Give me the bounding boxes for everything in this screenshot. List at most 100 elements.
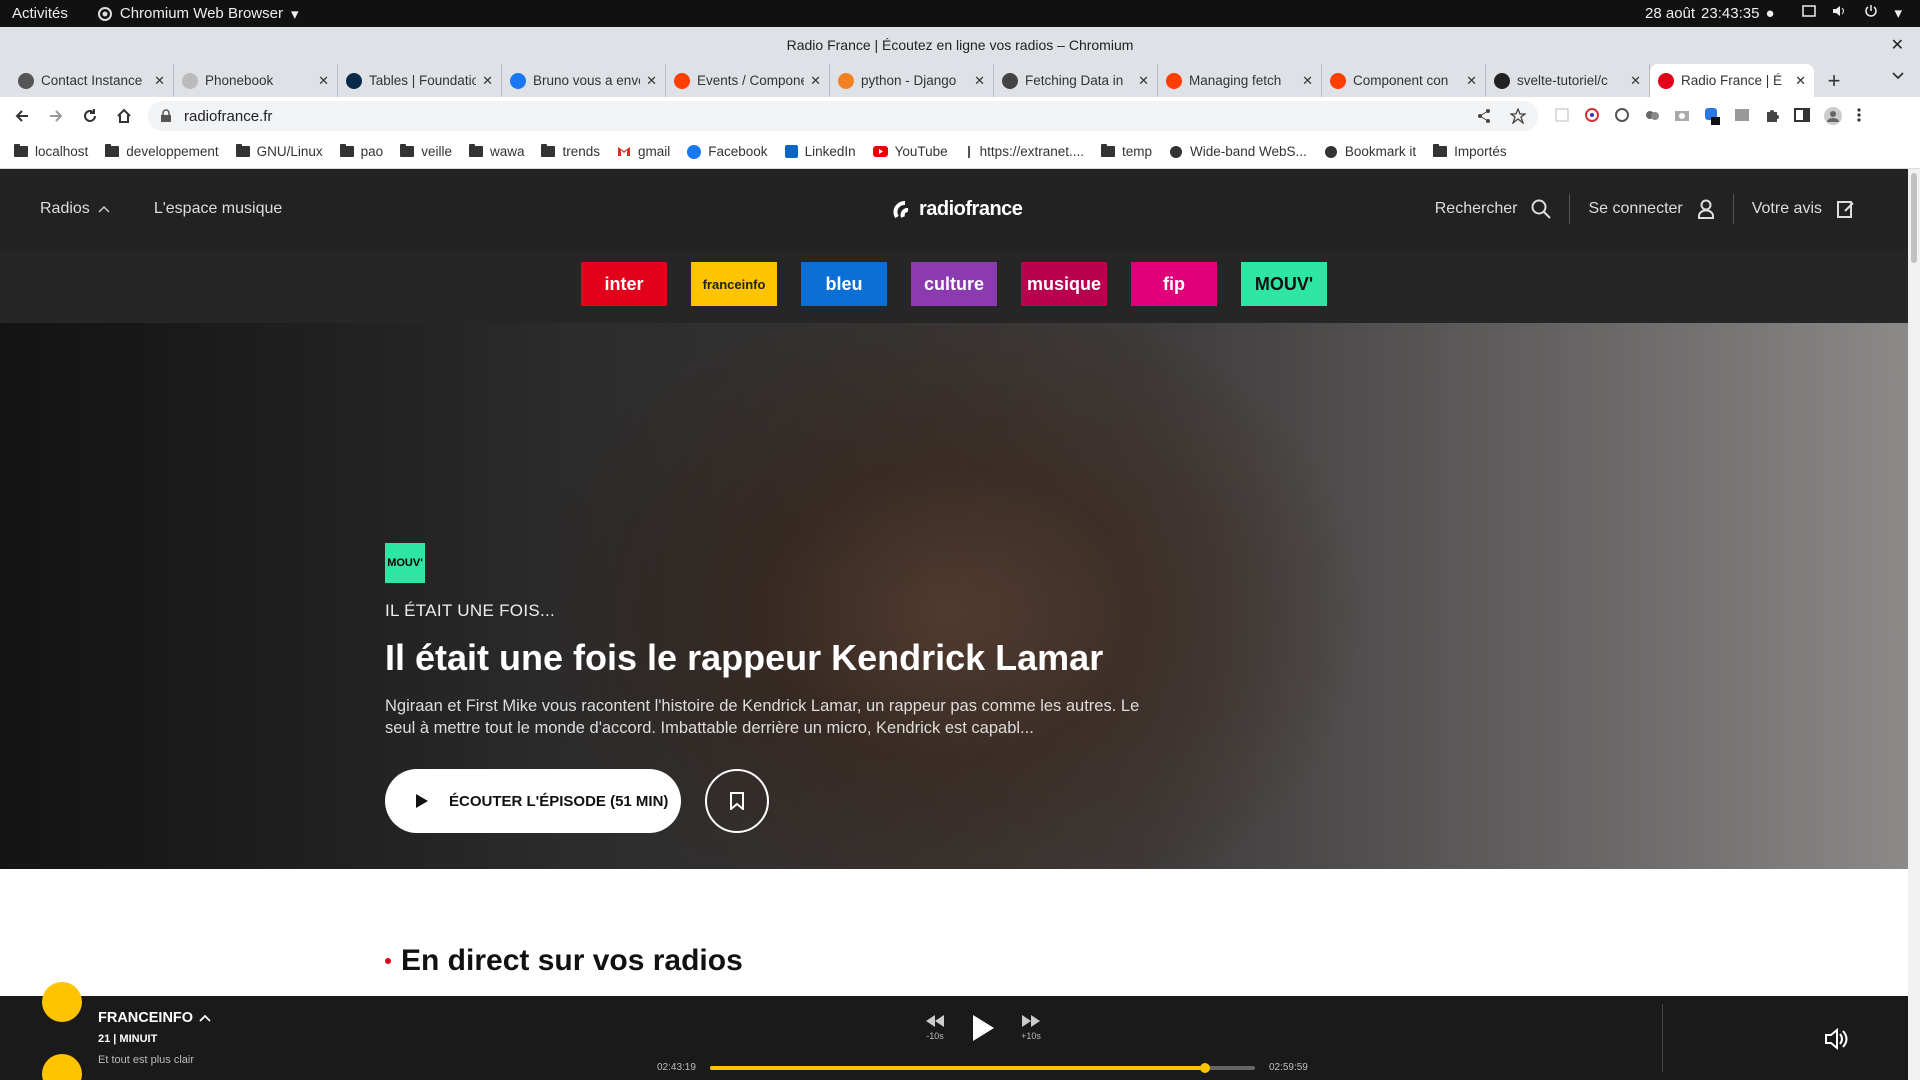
side-panel-icon[interactable] [1794, 107, 1810, 125]
login-button[interactable]: Se connecter [1570, 199, 1732, 219]
bookmark-9[interactable]: LinkedIn [784, 144, 856, 159]
extension-camera-icon[interactable] [1674, 107, 1690, 125]
tab-label: svelte-tutoriel/c [1517, 73, 1608, 88]
activities-button[interactable]: Activités [12, 5, 68, 22]
close-tab-icon[interactable]: ✕ [154, 73, 165, 89]
bookmark-13[interactable]: Wide-band WebS... [1169, 144, 1307, 159]
tab-7[interactable]: Managing fetch ✕ [1158, 64, 1322, 97]
fast-forward-icon [1021, 1014, 1041, 1028]
extensions-puzzle-icon[interactable] [1764, 107, 1780, 125]
close-tab-icon[interactable]: ✕ [318, 73, 329, 89]
station-logo[interactable] [42, 1054, 82, 1080]
progress-bar[interactable] [709, 1062, 1255, 1073]
home-icon[interactable] [116, 108, 132, 124]
close-window-icon[interactable]: ✕ [1891, 27, 1904, 64]
tab-5[interactable]: python - Django ✕ [830, 64, 994, 97]
login-label: Se connecter [1588, 200, 1683, 217]
folder-icon [14, 144, 28, 157]
bookmark-4[interactable]: veille [400, 144, 452, 159]
play-button[interactable] [971, 1014, 995, 1042]
music-space-link[interactable]: L'espace musique [154, 200, 282, 218]
clock[interactable]: 28 août 23:43:35 ● [1645, 5, 1775, 22]
app-menu[interactable]: Chromium Web Browser ▾ [97, 5, 299, 23]
station-4[interactable]: musique [1021, 262, 1107, 306]
tab-10[interactable]: Radio France | É ✕ [1650, 64, 1814, 97]
bookmark-7[interactable]: gmail [617, 144, 670, 159]
listen-episode-button[interactable]: ÉCOUTER L'ÉPISODE (51 MIN) [385, 769, 681, 833]
station-1[interactable]: franceinfo [691, 262, 777, 306]
bookmark-15[interactable]: Importés [1433, 144, 1507, 159]
bookmark-episode-button[interactable] [705, 769, 769, 833]
station-5[interactable]: fip [1131, 262, 1217, 306]
progress-handle[interactable] [1199, 1062, 1210, 1073]
close-tab-icon[interactable]: ✕ [1138, 73, 1149, 89]
station-0[interactable]: inter [581, 262, 667, 306]
tab-1[interactable]: Phonebook ✕ [174, 64, 338, 97]
lock-icon[interactable] [160, 109, 172, 123]
close-tab-icon[interactable]: ✕ [974, 73, 985, 89]
forward-icon[interactable] [48, 108, 64, 124]
close-tab-icon[interactable]: ✕ [1630, 73, 1641, 89]
extension-clock-icon[interactable] [1614, 107, 1630, 125]
tab-search-icon[interactable] [1892, 72, 1904, 80]
station-2[interactable]: bleu [801, 262, 887, 306]
tab-0[interactable]: Contact Instance ✕ [10, 64, 174, 97]
extension-target-icon[interactable] [1584, 107, 1600, 125]
scrollbar[interactable] [1908, 169, 1920, 1080]
tab-8[interactable]: Component con ✕ [1322, 64, 1486, 97]
profile-avatar-icon[interactable] [1824, 107, 1842, 125]
tab-2[interactable]: Tables | Foundation ✕ [338, 64, 502, 97]
address-bar[interactable]: radiofrance.fr [148, 101, 1538, 131]
tab-9[interactable]: svelte-tutoriel/c ✕ [1486, 64, 1650, 97]
station-logo[interactable] [42, 982, 82, 1022]
new-tab-button[interactable]: + [1814, 64, 1854, 97]
tab-3[interactable]: Bruno vous a envoyé ✕ [502, 64, 666, 97]
rewind-button[interactable]: -10s [925, 1014, 945, 1041]
search-button[interactable]: Rechercher [1417, 199, 1570, 219]
menu-kebab-icon[interactable] [1856, 107, 1862, 125]
url-text[interactable]: radiofrance.fr [184, 108, 272, 125]
hero-kicker[interactable]: IL ÉTAIT UNE FOIS... [385, 601, 1185, 621]
close-tab-icon[interactable]: ✕ [810, 73, 821, 89]
extension-grid-icon[interactable] [1734, 107, 1750, 125]
bookmark-8[interactable]: Facebook [687, 144, 768, 159]
close-tab-icon[interactable]: ✕ [1795, 73, 1806, 89]
radiofrance-logo[interactable]: radiofrance [893, 197, 1023, 221]
extension-people-icon[interactable] [1644, 107, 1660, 125]
back-icon[interactable] [14, 108, 30, 124]
close-tab-icon[interactable]: ✕ [646, 73, 657, 89]
extension-icon[interactable] [1554, 107, 1570, 125]
reload-icon[interactable] [82, 108, 98, 124]
forward-button[interactable]: +10s [1021, 1014, 1041, 1041]
mouv-badge[interactable]: MOUV' [385, 543, 425, 583]
bookmark-11[interactable]: https://extranet.... [965, 144, 1084, 159]
bookmark-14[interactable]: Bookmark it [1324, 144, 1416, 159]
extension-badge-icon[interactable] [1704, 107, 1720, 125]
scrollbar-thumb[interactable] [1911, 173, 1917, 263]
volume-button[interactable] [1824, 1028, 1848, 1050]
station-6[interactable]: MOUV' [1241, 262, 1327, 306]
tab-6[interactable]: Fetching Data in ✕ [994, 64, 1158, 97]
close-tab-icon[interactable]: ✕ [1466, 73, 1477, 89]
share-icon[interactable] [1476, 108, 1492, 124]
bookmark-0[interactable]: localhost [14, 144, 88, 159]
hero-title[interactable]: Il était une fois le rappeur Kendrick La… [385, 637, 1185, 679]
bookmark-10[interactable]: YouTube [872, 144, 948, 159]
tab-label: Tables | Foundation [369, 73, 477, 88]
system-tray[interactable]: ▾ [1802, 4, 1902, 22]
bookmark-12[interactable]: temp [1100, 144, 1152, 159]
radios-menu[interactable]: Radios [40, 200, 110, 218]
bookmark-5[interactable]: wawa [468, 144, 524, 159]
close-tab-icon[interactable]: ✕ [482, 73, 493, 89]
tab-4[interactable]: Events / Components ✕ [666, 64, 830, 97]
bookmark-2[interactable]: GNU/Linux [235, 144, 323, 159]
player-station[interactable]: FRANCEINFO [98, 1010, 211, 1026]
feedback-button[interactable]: Votre avis [1734, 199, 1874, 219]
station-3[interactable]: culture [911, 262, 997, 306]
close-tab-icon[interactable]: ✕ [1302, 73, 1313, 89]
bookmark-1[interactable]: developpement [105, 144, 219, 159]
bookmark-star-icon[interactable] [1510, 108, 1526, 124]
bookmark-3[interactable]: pao [339, 144, 383, 159]
bookmark-6[interactable]: trends [541, 144, 600, 159]
search-icon [1531, 199, 1552, 219]
